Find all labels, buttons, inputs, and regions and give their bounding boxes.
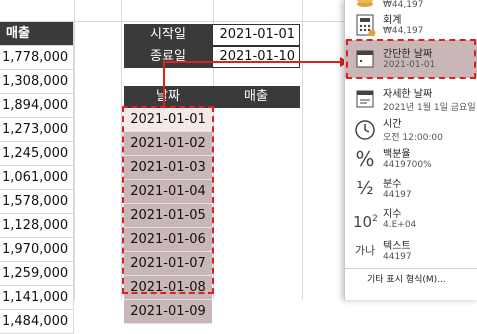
sales-cell[interactable]: 1,308,000 xyxy=(0,70,74,94)
menu-item-text[interactable]: 가나 텍스트 44197 xyxy=(345,232,477,272)
grid-line xyxy=(74,0,75,300)
sales-header[interactable]: 매출 xyxy=(0,22,74,46)
arrow-connector xyxy=(163,57,349,106)
menu-item-sample: 4.E+04 xyxy=(383,220,417,230)
menu-item-label: 지수 xyxy=(383,209,402,220)
number-format-menu: ₩44,197 회계 ₩44,197 간단한 날짜 2021-01-01 자세한… xyxy=(344,0,477,300)
sales-cell[interactable]: 1,245,000 xyxy=(0,142,74,166)
sales-cell[interactable]: 1,061,000 xyxy=(0,166,74,190)
date-cell[interactable]: 2021-01-09 xyxy=(124,300,212,324)
text-icon: 가나 xyxy=(354,244,376,257)
menu-item-label: 시간 xyxy=(383,119,402,130)
sales-cell[interactable]: 1,484,000 xyxy=(0,310,74,334)
menu-divider xyxy=(345,268,477,269)
menu-item-label: 자세한 날짜 xyxy=(383,89,433,100)
sales-cell[interactable]: 1,141,000 xyxy=(0,286,74,310)
menu-item-label: 분수 xyxy=(383,179,402,190)
grid-line xyxy=(302,0,303,300)
exponent-icon: 102 xyxy=(353,213,378,231)
selection-highlight xyxy=(122,106,214,294)
menu-item-sample: 44197 xyxy=(383,252,412,262)
menu-item-label: 백분율 xyxy=(383,149,411,160)
sales-cell[interactable]: 1,259,000 xyxy=(0,262,74,286)
start-label: 시작일 xyxy=(124,24,212,46)
menu-item-label: 텍스트 xyxy=(383,241,411,252)
clock-icon xyxy=(353,116,377,142)
sales-cell[interactable]: 1,273,000 xyxy=(0,118,74,142)
menu-item-sample: 4419700% xyxy=(383,160,432,170)
sales-cell[interactable]: 1,778,000 xyxy=(0,46,74,70)
sales-cell[interactable]: 1,894,000 xyxy=(0,94,74,118)
sales-cell[interactable]: 1,128,000 xyxy=(0,214,74,238)
menu-selection-highlight xyxy=(346,39,476,79)
sales-cell[interactable]: 1,578,000 xyxy=(0,190,74,214)
menu-item-sample: 44197 xyxy=(383,190,412,200)
more-formats-link[interactable]: 기타 표시 형식(M)... xyxy=(367,272,446,285)
menu-item-label: 회계 xyxy=(383,15,402,26)
accounting-icon xyxy=(353,12,377,38)
menu-item-sample: ₩44,197 xyxy=(383,26,424,36)
sales-column: 매출 1,778,000 1,308,000 1,894,000 1,273,0… xyxy=(0,22,74,334)
fraction-icon: ½ xyxy=(356,178,374,199)
percent-icon: % xyxy=(355,147,375,171)
calendar-long-icon xyxy=(353,86,377,112)
sales-cell[interactable]: 1,970,000 xyxy=(0,238,74,262)
start-date-cell[interactable]: 2021-01-01 xyxy=(212,24,300,46)
